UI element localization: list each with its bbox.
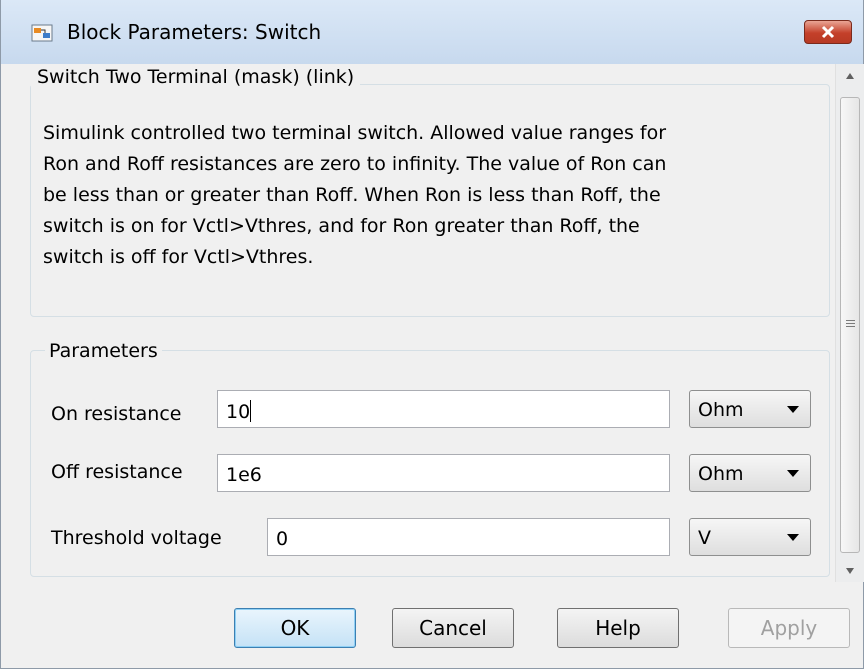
on-resistance-value: 10 — [226, 401, 251, 423]
off-resistance-unit-value: Ohm — [698, 463, 744, 485]
threshold-voltage-unit-value: V — [698, 527, 711, 549]
threshold-voltage-value: 0 — [276, 528, 289, 550]
scrollbar-grip-icon — [846, 320, 855, 329]
block-description: Simulink controlled two terminal switch.… — [43, 122, 667, 268]
cancel-button[interactable]: Cancel — [392, 608, 514, 648]
parameters-group-title: Parameters — [45, 340, 162, 362]
scroll-down-arrow-icon[interactable] — [845, 567, 855, 575]
threshold-voltage-input[interactable]: 0 — [267, 518, 670, 556]
on-resistance-input[interactable]: 10 — [217, 390, 670, 428]
chevron-down-icon — [787, 534, 799, 541]
block-parameters-dialog: Block Parameters: Switch Switch Two Term… — [0, 0, 864, 669]
threshold-voltage-label: Threshold voltage — [51, 527, 222, 549]
on-resistance-unit-value: Ohm — [698, 399, 744, 421]
on-resistance-unit-select[interactable]: Ohm — [689, 390, 811, 428]
apply-button[interactable]: Apply — [728, 608, 850, 648]
simulink-app-icon — [31, 24, 53, 42]
off-resistance-label: Off resistance — [51, 461, 183, 483]
description-group-title: Switch Two Terminal (mask) (link) — [31, 66, 361, 88]
on-resistance-label: On resistance — [51, 403, 182, 425]
window-title: Block Parameters: Switch — [67, 20, 322, 44]
off-resistance-unit-select[interactable]: Ohm — [689, 454, 811, 492]
vertical-scrollbar[interactable] — [835, 64, 864, 582]
chevron-down-icon — [787, 470, 799, 477]
ok-button[interactable]: OK — [234, 608, 356, 648]
close-icon — [821, 25, 835, 39]
help-button[interactable]: Help — [557, 608, 679, 648]
close-button[interactable] — [804, 20, 852, 44]
title-bar[interactable]: Block Parameters: Switch — [1, 0, 863, 65]
threshold-voltage-unit-select[interactable]: V — [689, 518, 811, 556]
off-resistance-input[interactable]: 1e6 — [217, 454, 670, 492]
text-caret — [250, 400, 252, 422]
scroll-up-arrow-icon[interactable] — [845, 72, 855, 80]
scrollbar-thumb[interactable] — [840, 97, 860, 553]
off-resistance-value: 1e6 — [226, 464, 262, 486]
chevron-down-icon — [787, 406, 799, 413]
